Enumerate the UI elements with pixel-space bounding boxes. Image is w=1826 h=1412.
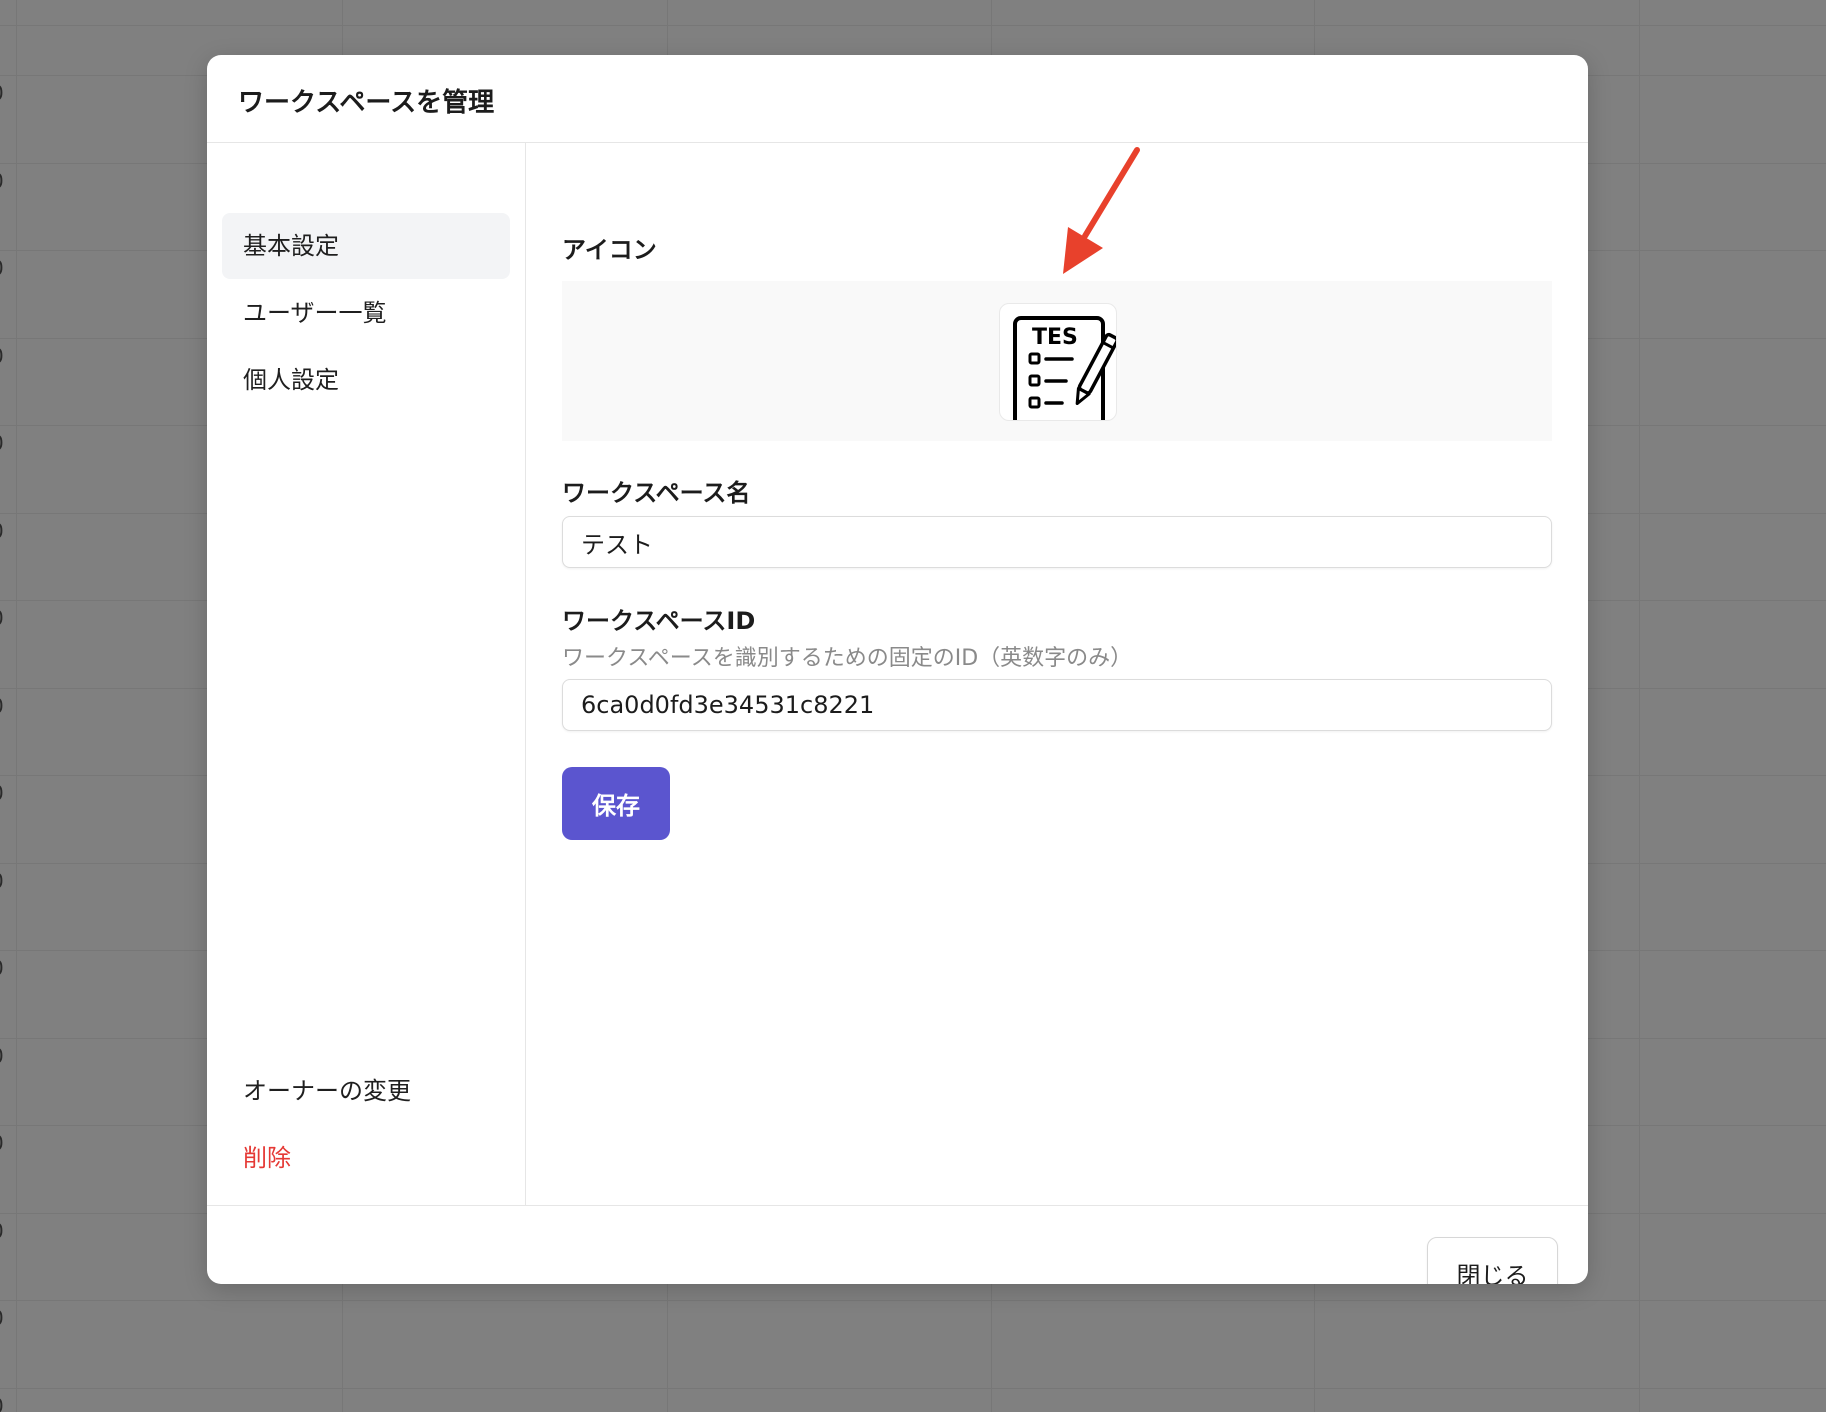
- cell-digit: 0: [0, 81, 4, 105]
- cell-digit: 0: [0, 1131, 4, 1155]
- sidebar-item-user-list[interactable]: ユーザー一覧: [222, 280, 510, 346]
- grid-line: [1639, 0, 1640, 1412]
- workspace-id-help-text: ワークスペースを識別するための固定のID（英数字のみ）: [562, 646, 1133, 671]
- grid-line: [0, 1388, 1826, 1389]
- cell-digit: 0: [0, 694, 4, 718]
- cell-digit: 0: [0, 781, 4, 805]
- workspace-icon[interactable]: TES: [999, 303, 1119, 432]
- cell-digit: 0: [0, 256, 4, 280]
- dialog-footer: 閉じる: [207, 1205, 1588, 1284]
- test-checklist-pencil-icon: TES: [1013, 316, 1119, 432]
- sidebar-item-basic-settings[interactable]: 基本設定: [222, 213, 510, 279]
- workspace-name-label: ワークスペース名: [562, 479, 751, 507]
- cell-digit: 0: [0, 344, 4, 368]
- dialog-title: ワークスペースを管理: [238, 88, 495, 118]
- cell-digit: 0: [0, 1394, 4, 1412]
- grid-line: [0, 25, 1826, 26]
- save-button[interactable]: 保存: [562, 767, 670, 840]
- icon-label: アイコン: [562, 236, 657, 264]
- settings-sidebar: 基本設定 ユーザー一覧 個人設定 オーナーの変更 削除: [207, 143, 526, 1205]
- workspace-id-label: ワークスペースID: [562, 607, 756, 635]
- cell-digit: 0: [0, 1219, 4, 1243]
- cell-digit: 0: [0, 869, 4, 893]
- grid-line: [0, 1300, 1826, 1301]
- sidebar-item-change-owner[interactable]: オーナーの変更: [222, 1058, 510, 1124]
- workspace-settings-dialog: ワークスペースを管理 基本設定 ユーザー一覧 個人設定 オーナーの変更 削除 ア…: [207, 55, 1588, 1284]
- icon-upload-area[interactable]: TES: [562, 281, 1552, 441]
- dialog-header: ワークスペースを管理: [207, 55, 1588, 143]
- close-button[interactable]: 閉じる: [1427, 1237, 1558, 1284]
- cell-digit: 0: [0, 956, 4, 980]
- settings-content: アイコン TES ワークスペース名 テスト ワークスペースID ワークスペースを…: [526, 143, 1588, 1205]
- sidebar-item-personal-settings[interactable]: 個人設定: [222, 347, 510, 413]
- icon-text: TES: [1032, 325, 1078, 350]
- cell-digit: 0: [0, 519, 4, 543]
- sidebar-item-delete[interactable]: 削除: [222, 1125, 510, 1191]
- cell-digit: 0: [0, 606, 4, 630]
- workspace-name-input[interactable]: [562, 516, 1552, 568]
- cell-digit: 0: [0, 1306, 4, 1330]
- cell-digit: 0: [0, 1044, 4, 1068]
- cell-digit: 0: [0, 431, 4, 455]
- grid-line: [16, 0, 17, 1412]
- cell-digit: 0: [0, 169, 4, 193]
- workspace-id-input[interactable]: [562, 679, 1552, 731]
